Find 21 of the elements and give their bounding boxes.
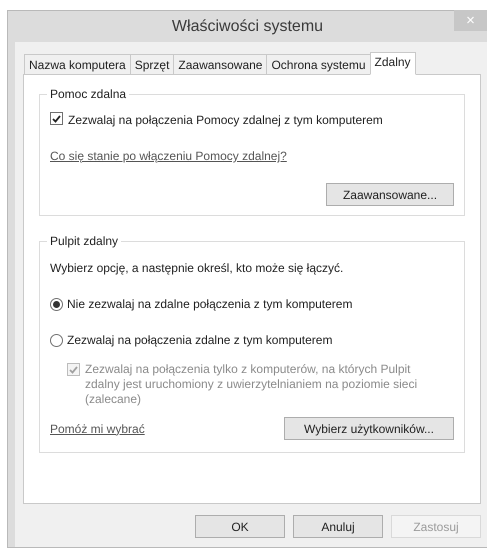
group-title: Pulpit zdalny bbox=[49, 233, 120, 250]
help-link[interactable]: Pomóż mi wybrać bbox=[50, 420, 145, 438]
tab[interactable]: Zdalny bbox=[370, 52, 416, 75]
instruction-text: Wybierz opcję, a następnie określ, kto może się łączyć. bbox=[50, 260, 344, 277]
checkbox-label: Zezwalaj na połączenia Pomocy zdalnej z tym komputerem bbox=[68, 112, 383, 129]
window-title: Właściwości systemu bbox=[172, 16, 324, 36]
tab[interactable]: Nazwa komputera bbox=[24, 54, 131, 75]
help-link[interactable]: Co się stanie po włączeniu Pomocy zdalnej? bbox=[50, 147, 287, 165]
checkbox[interactable] bbox=[50, 112, 63, 125]
group-title: Pomoc zdalna bbox=[49, 86, 128, 103]
checkmark-icon bbox=[52, 114, 61, 122]
radio-button[interactable] bbox=[50, 298, 63, 310]
radio-label: Nie zezwalaj na zdalne połączenia z tym komputerem bbox=[67, 296, 352, 313]
radio-label: Zezwalaj na połączenia zdalne z tym komputerem bbox=[67, 332, 332, 349]
checkbox-label: Zezwalaj na połączenia tylko z komputerów, na których Pulpit zdalny jest uruchomiony z uwierzytelnianiem na poziomie sieci (zalecane) bbox=[85, 362, 418, 407]
checkmark-icon bbox=[69, 366, 78, 374]
radio-button[interactable] bbox=[50, 334, 63, 346]
dialog-button[interactable]: Anuluj bbox=[293, 515, 383, 538]
advanced-button[interactable]: Zaawansowane... bbox=[326, 183, 454, 206]
dialog-button[interactable]: OK bbox=[195, 515, 285, 538]
select-users-button[interactable]: Wybierz użytkowników... bbox=[284, 417, 454, 440]
